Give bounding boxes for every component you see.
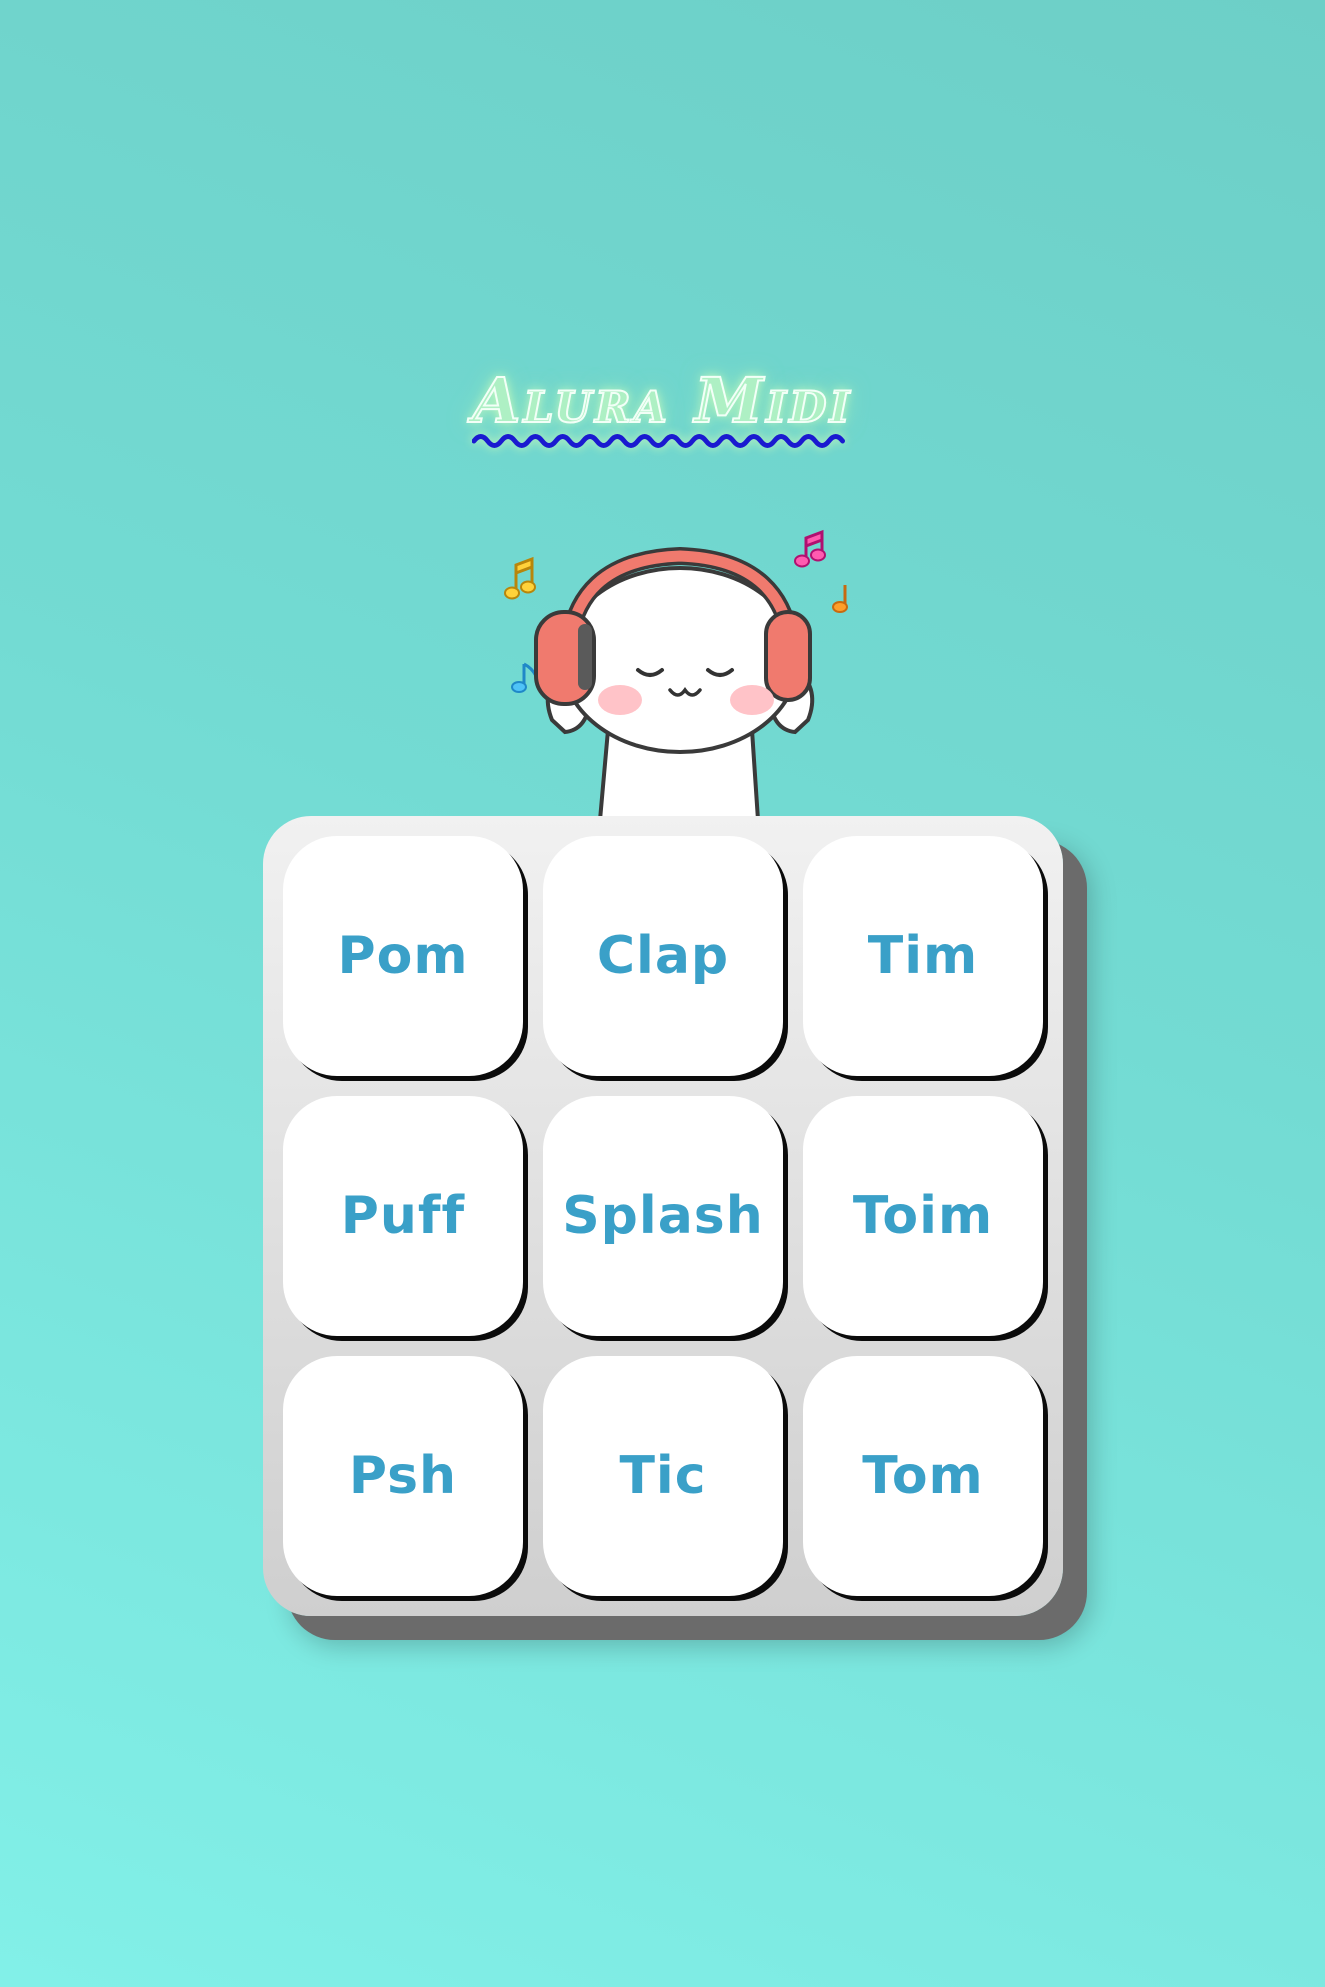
- app-title-text: Alura Midi: [471, 364, 853, 437]
- headphones-bear-icon: [504, 529, 848, 820]
- music-note-icon: [511, 662, 538, 693]
- pad-toim-button[interactable]: Toim: [803, 1096, 1043, 1336]
- pad-grid: Pom Clap Tim Puff Splash Toim Psh Tic To…: [263, 816, 1063, 1616]
- pad-tim-button[interactable]: Tim: [803, 836, 1043, 1076]
- pad-splash-button[interactable]: Splash: [543, 1096, 783, 1336]
- music-note-icon: [504, 556, 536, 600]
- pad-tic-button[interactable]: Tic: [543, 1356, 783, 1596]
- music-note-icon: [794, 529, 826, 568]
- header: Alura Midi: [0, 369, 1325, 448]
- pad-clap-button[interactable]: Clap: [543, 836, 783, 1076]
- pad-puff-button[interactable]: Puff: [283, 1096, 523, 1336]
- app-title: Alura Midi: [471, 369, 852, 448]
- pad-tom-button[interactable]: Tom: [803, 1356, 1043, 1596]
- pad-psh-button[interactable]: Psh: [283, 1356, 523, 1596]
- pad-pom-button[interactable]: Pom: [283, 836, 523, 1076]
- music-note-icon: [832, 585, 848, 613]
- wavy-underline-icon: [472, 434, 846, 448]
